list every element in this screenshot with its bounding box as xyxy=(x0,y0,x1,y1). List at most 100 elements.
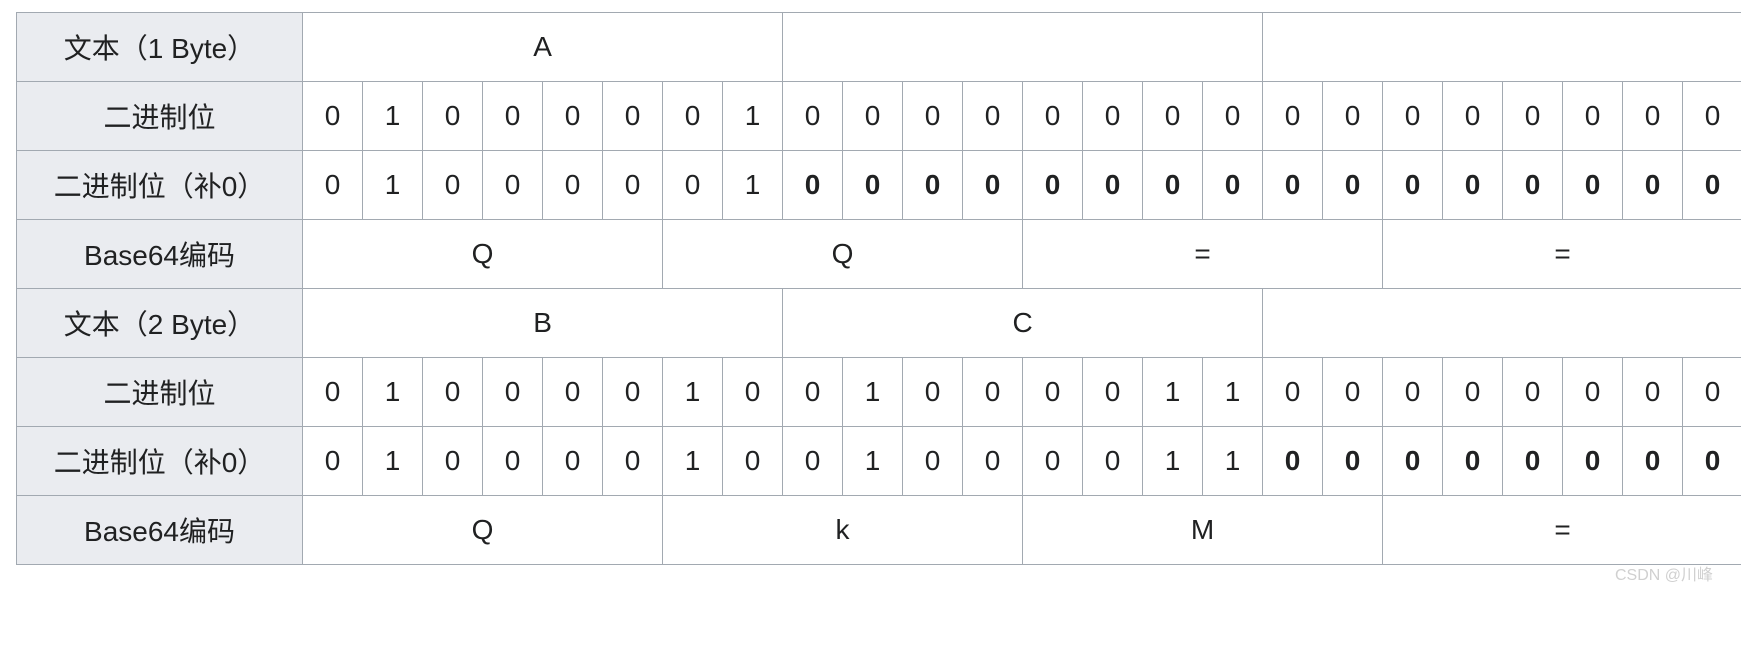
b64-cell: k xyxy=(663,496,1023,565)
bit-cell: 0 xyxy=(483,82,543,151)
bit-cell: 0 xyxy=(963,427,1023,496)
b64-cell: Q xyxy=(663,220,1023,289)
bit-cell: 0 xyxy=(1323,151,1383,220)
row-bits-1: 二进制位 010000010000000000000000 xyxy=(17,82,1741,151)
bit-cell: 0 xyxy=(963,82,1023,151)
base64-padding-table: 文本（1 Byte） A 二进制位 0100000100000000000000… xyxy=(16,12,1741,565)
bit-cell: 0 xyxy=(1683,82,1741,151)
bit-cell: 0 xyxy=(1023,427,1083,496)
bit-cell: 0 xyxy=(1563,82,1623,151)
bit-cell: 1 xyxy=(1143,358,1203,427)
bit-cell: 1 xyxy=(843,427,903,496)
bit-cell: 0 xyxy=(1383,358,1443,427)
bit-cell: 1 xyxy=(363,358,423,427)
bit-cell: 1 xyxy=(663,358,723,427)
bit-cell: 0 xyxy=(1323,82,1383,151)
bit-cell: 0 xyxy=(423,358,483,427)
bit-cell: 0 xyxy=(1683,427,1741,496)
bit-cell: 0 xyxy=(303,151,363,220)
bit-cell: 0 xyxy=(1563,151,1623,220)
byte-cell: C xyxy=(783,289,1263,358)
bit-cell: 0 xyxy=(303,82,363,151)
bit-cell: 1 xyxy=(363,82,423,151)
bit-cell: 0 xyxy=(1503,151,1563,220)
bit-cell: 0 xyxy=(1023,358,1083,427)
bit-cell: 0 xyxy=(1443,358,1503,427)
row-b64-2: Base64编码 Q k M = xyxy=(17,496,1741,565)
bit-cell: 0 xyxy=(1443,427,1503,496)
bit-cell: 0 xyxy=(1683,358,1741,427)
bit-cell: 0 xyxy=(1263,82,1323,151)
b64-cell: M xyxy=(1023,496,1383,565)
b64-cell: Q xyxy=(303,220,663,289)
bit-cell: 1 xyxy=(723,82,783,151)
row-text-2byte: 文本（2 Byte） B C xyxy=(17,289,1741,358)
bit-cell: 0 xyxy=(1323,358,1383,427)
byte-cell xyxy=(1263,13,1741,82)
bit-cell: 1 xyxy=(1143,427,1203,496)
bit-cell: 0 xyxy=(843,82,903,151)
bit-cell: 0 xyxy=(723,358,783,427)
bit-cell: 0 xyxy=(963,358,1023,427)
bit-cell: 0 xyxy=(663,82,723,151)
row-label: Base64编码 xyxy=(17,496,303,565)
row-label: 二进制位 xyxy=(17,358,303,427)
bit-cell: 1 xyxy=(1203,358,1263,427)
bit-cell: 0 xyxy=(1383,151,1443,220)
bit-cell: 0 xyxy=(1083,151,1143,220)
bit-cell: 0 xyxy=(1563,358,1623,427)
bit-cell: 0 xyxy=(963,151,1023,220)
bit-cell: 0 xyxy=(843,151,903,220)
watermark: CSDN @川峰 xyxy=(16,561,1725,585)
bit-cell: 1 xyxy=(363,151,423,220)
row-bits-pad-1: 二进制位（补0） 010000010000000000000000 xyxy=(17,151,1741,220)
bit-cell: 0 xyxy=(903,82,963,151)
bit-cell: 0 xyxy=(483,151,543,220)
bit-cell: 0 xyxy=(1623,151,1683,220)
b64-cell: Q xyxy=(303,496,663,565)
b64-cell: = xyxy=(1383,220,1741,289)
bit-cell: 0 xyxy=(423,151,483,220)
bit-cell: 0 xyxy=(1323,427,1383,496)
bit-cell: 0 xyxy=(903,151,963,220)
bit-cell: 0 xyxy=(1383,427,1443,496)
bit-cell: 0 xyxy=(1503,82,1563,151)
row-label: 文本（1 Byte） xyxy=(17,13,303,82)
row-label: 二进制位（补0） xyxy=(17,151,303,220)
bit-cell: 0 xyxy=(663,151,723,220)
bit-cell: 0 xyxy=(1083,82,1143,151)
byte-cell: A xyxy=(303,13,783,82)
bit-cell: 0 xyxy=(1143,82,1203,151)
bit-cell: 0 xyxy=(1503,427,1563,496)
bit-cell: 0 xyxy=(1143,151,1203,220)
bit-cell: 1 xyxy=(663,427,723,496)
bit-cell: 0 xyxy=(1083,427,1143,496)
bit-cell: 0 xyxy=(1263,427,1323,496)
bit-cell: 0 xyxy=(1203,151,1263,220)
row-label: Base64编码 xyxy=(17,220,303,289)
bit-cell: 0 xyxy=(483,358,543,427)
bit-cell: 0 xyxy=(1623,358,1683,427)
row-label: 二进制位 xyxy=(17,82,303,151)
bit-cell: 0 xyxy=(543,82,603,151)
bit-cell: 0 xyxy=(1623,82,1683,151)
bit-cell: 0 xyxy=(423,82,483,151)
b64-cell: = xyxy=(1383,496,1741,565)
bit-cell: 0 xyxy=(1383,82,1443,151)
bit-cell: 1 xyxy=(723,151,783,220)
bit-cell: 0 xyxy=(1623,427,1683,496)
bit-cell: 0 xyxy=(603,82,663,151)
row-text-1byte: 文本（1 Byte） A xyxy=(17,13,1741,82)
bit-cell: 0 xyxy=(1563,427,1623,496)
bit-cell: 0 xyxy=(1443,82,1503,151)
row-bits-2: 二进制位 010000100100001100000000 xyxy=(17,358,1741,427)
bit-cell: 0 xyxy=(903,358,963,427)
bit-cell: 0 xyxy=(1023,82,1083,151)
bit-cell: 0 xyxy=(1023,151,1083,220)
bit-cell: 0 xyxy=(1263,358,1323,427)
bit-cell: 1 xyxy=(843,358,903,427)
bit-cell: 0 xyxy=(603,151,663,220)
bit-cell: 0 xyxy=(1683,151,1741,220)
bit-cell: 0 xyxy=(1443,151,1503,220)
bit-cell: 0 xyxy=(723,427,783,496)
